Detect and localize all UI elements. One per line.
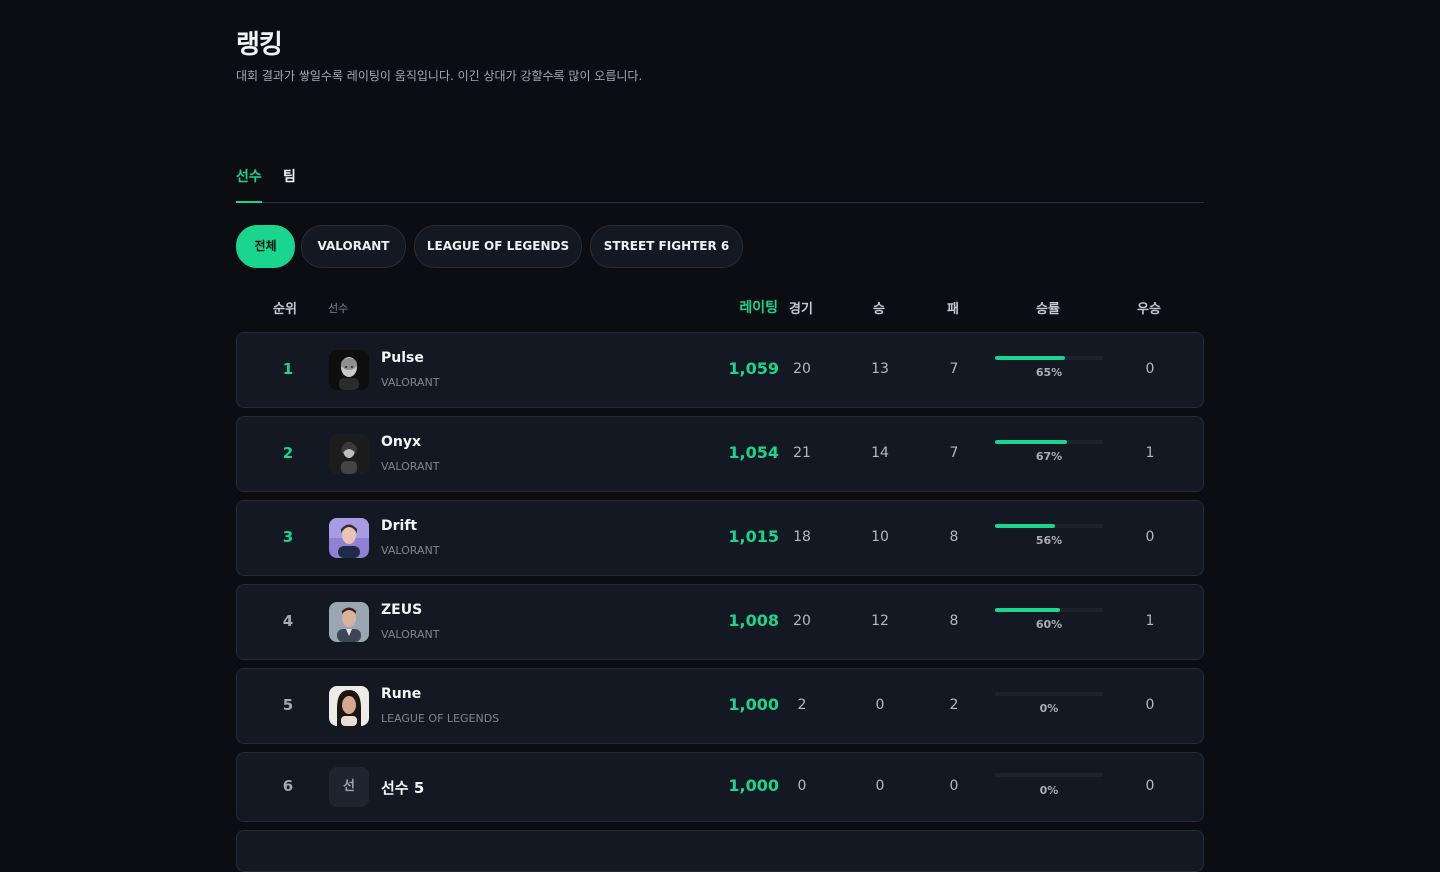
page-subtitle: 대회 결과가 쌓일수록 레이팅이 움직입니다. 이긴 상대가 강할수록 많이 오… (236, 69, 643, 83)
winrate-bar (995, 356, 1103, 360)
winrate-label: 0% (1039, 702, 1059, 715)
losses-count: 8 (949, 613, 959, 629)
winrate-bar-fill (995, 608, 1060, 612)
rating-value: 1,059 (728, 359, 779, 378)
championships-count: 0 (1145, 529, 1155, 545)
wins-count: 13 (871, 361, 889, 377)
player-name[interactable]: 선수 5 (381, 777, 424, 798)
championships-count: 0 (1145, 778, 1155, 794)
tab-players-label: 선수 (236, 169, 262, 185)
rank-number: 2 (282, 444, 294, 462)
filter-league-of-legends[interactable]: LEAGUE OF LEGENDS (414, 225, 582, 268)
active-tab-indicator (236, 201, 262, 203)
championships-count: 0 (1145, 361, 1155, 377)
table-row[interactable]: 1 Pulse VALORANT 1,059 20 13 7 65% 0 (236, 332, 1204, 408)
filter-street-fighter-6[interactable]: STREET FIGHTER 6 (590, 225, 743, 268)
header-championships: 우승 (1137, 302, 1161, 317)
games-count: 2 (797, 697, 807, 713)
rating-value: 1,000 (728, 695, 779, 714)
player-game: VALORANT (381, 544, 440, 557)
player-game: LEAGUE OF LEGENDS (381, 712, 500, 725)
wins-count: 0 (875, 778, 885, 794)
ranking-tabs: 선수 팀 (236, 160, 1204, 203)
wins-count: 12 (871, 613, 889, 629)
games-count: 0 (797, 778, 807, 794)
header-winrate: 승률 (1036, 302, 1060, 317)
rank-number: 3 (282, 528, 294, 546)
player-avatar-initial: 선 (329, 767, 369, 807)
losses-count: 8 (949, 529, 959, 545)
player-avatar (329, 434, 369, 474)
winrate-bar-fill (995, 440, 1068, 444)
table-row[interactable] (236, 830, 1204, 872)
winrate-bar-fill (995, 524, 1056, 528)
rating-value: 1,008 (728, 611, 779, 630)
rating-value: 1,000 (728, 776, 779, 795)
winrate-bar (995, 524, 1103, 528)
table-row[interactable]: 2 Onyx VALORANT 1,054 21 14 7 67% 1 (236, 416, 1204, 492)
player-avatar (329, 518, 369, 558)
rank-number: 4 (282, 612, 294, 630)
tab-teams[interactable]: 팀 (283, 166, 296, 186)
winrate-bar-fill (995, 356, 1066, 360)
table-row[interactable]: 3 Drift VALORANT 1,015 18 10 8 56% 0 (236, 500, 1204, 576)
player-name[interactable]: Pulse (381, 350, 424, 366)
header-games: 경기 (789, 302, 813, 317)
games-count: 18 (793, 529, 811, 545)
table-row[interactable]: 4 ZEUS VALORANT 1,008 20 12 8 60% 1 (236, 584, 1204, 660)
winrate-bar (995, 608, 1103, 612)
player-avatar (329, 686, 369, 726)
rank-number: 6 (282, 777, 294, 795)
games-count: 20 (793, 613, 811, 629)
player-game: VALORANT (381, 628, 440, 641)
player-name[interactable]: ZEUS (381, 602, 422, 618)
winrate-label: 60% (1035, 618, 1063, 631)
championships-count: 0 (1145, 697, 1155, 713)
tab-teams-label: 팀 (283, 169, 296, 185)
player-name[interactable]: Drift (381, 518, 417, 534)
losses-count: 7 (949, 445, 959, 461)
rating-value: 1,015 (728, 527, 779, 546)
winrate-label: 67% (1035, 450, 1063, 463)
losses-count: 2 (949, 697, 959, 713)
winrate-label: 56% (1035, 534, 1063, 547)
losses-count: 0 (949, 778, 959, 794)
winrate-bar (995, 692, 1103, 696)
wins-count: 10 (871, 529, 889, 545)
player-game: VALORANT (381, 376, 440, 389)
header-rating[interactable]: 레이팅 (688, 297, 778, 317)
winrate-bar (995, 773, 1103, 777)
winrate-label: 65% (1035, 366, 1063, 379)
championships-count: 1 (1145, 445, 1155, 461)
header-losses: 패 (947, 302, 959, 317)
wins-count: 0 (875, 697, 885, 713)
player-name[interactable]: Onyx (381, 434, 421, 450)
table-header: 순위 선수 레이팅 경기 승 패 승률 우승 (236, 296, 1204, 318)
filter-valorant[interactable]: VALORANT (301, 225, 406, 268)
table-row[interactable]: 6 선 선수 5 1,000 0 0 0 0% 0 (236, 752, 1204, 822)
player-avatar (329, 350, 369, 390)
header-rank: 순위 (273, 302, 297, 317)
wins-count: 14 (871, 445, 889, 461)
player-name[interactable]: Rune (381, 686, 421, 702)
championships-count: 1 (1145, 613, 1155, 629)
rating-value: 1,054 (728, 443, 779, 462)
filter-all[interactable]: 전체 (236, 225, 295, 268)
page-title: 랭킹 (236, 30, 283, 60)
games-count: 21 (793, 445, 811, 461)
player-avatar (329, 602, 369, 642)
games-count: 20 (793, 361, 811, 377)
tab-players[interactable]: 선수 (236, 166, 262, 186)
losses-count: 7 (949, 361, 959, 377)
player-game: VALORANT (381, 460, 440, 473)
rank-number: 1 (282, 360, 294, 378)
header-wins: 승 (873, 302, 885, 317)
rank-number: 5 (282, 696, 294, 714)
table-row[interactable]: 5 Rune LEAGUE OF LEGENDS 1,000 2 0 2 0% … (236, 668, 1204, 744)
winrate-bar (995, 440, 1103, 444)
winrate-label: 0% (1039, 784, 1059, 797)
header-player: 선수 (328, 302, 349, 315)
